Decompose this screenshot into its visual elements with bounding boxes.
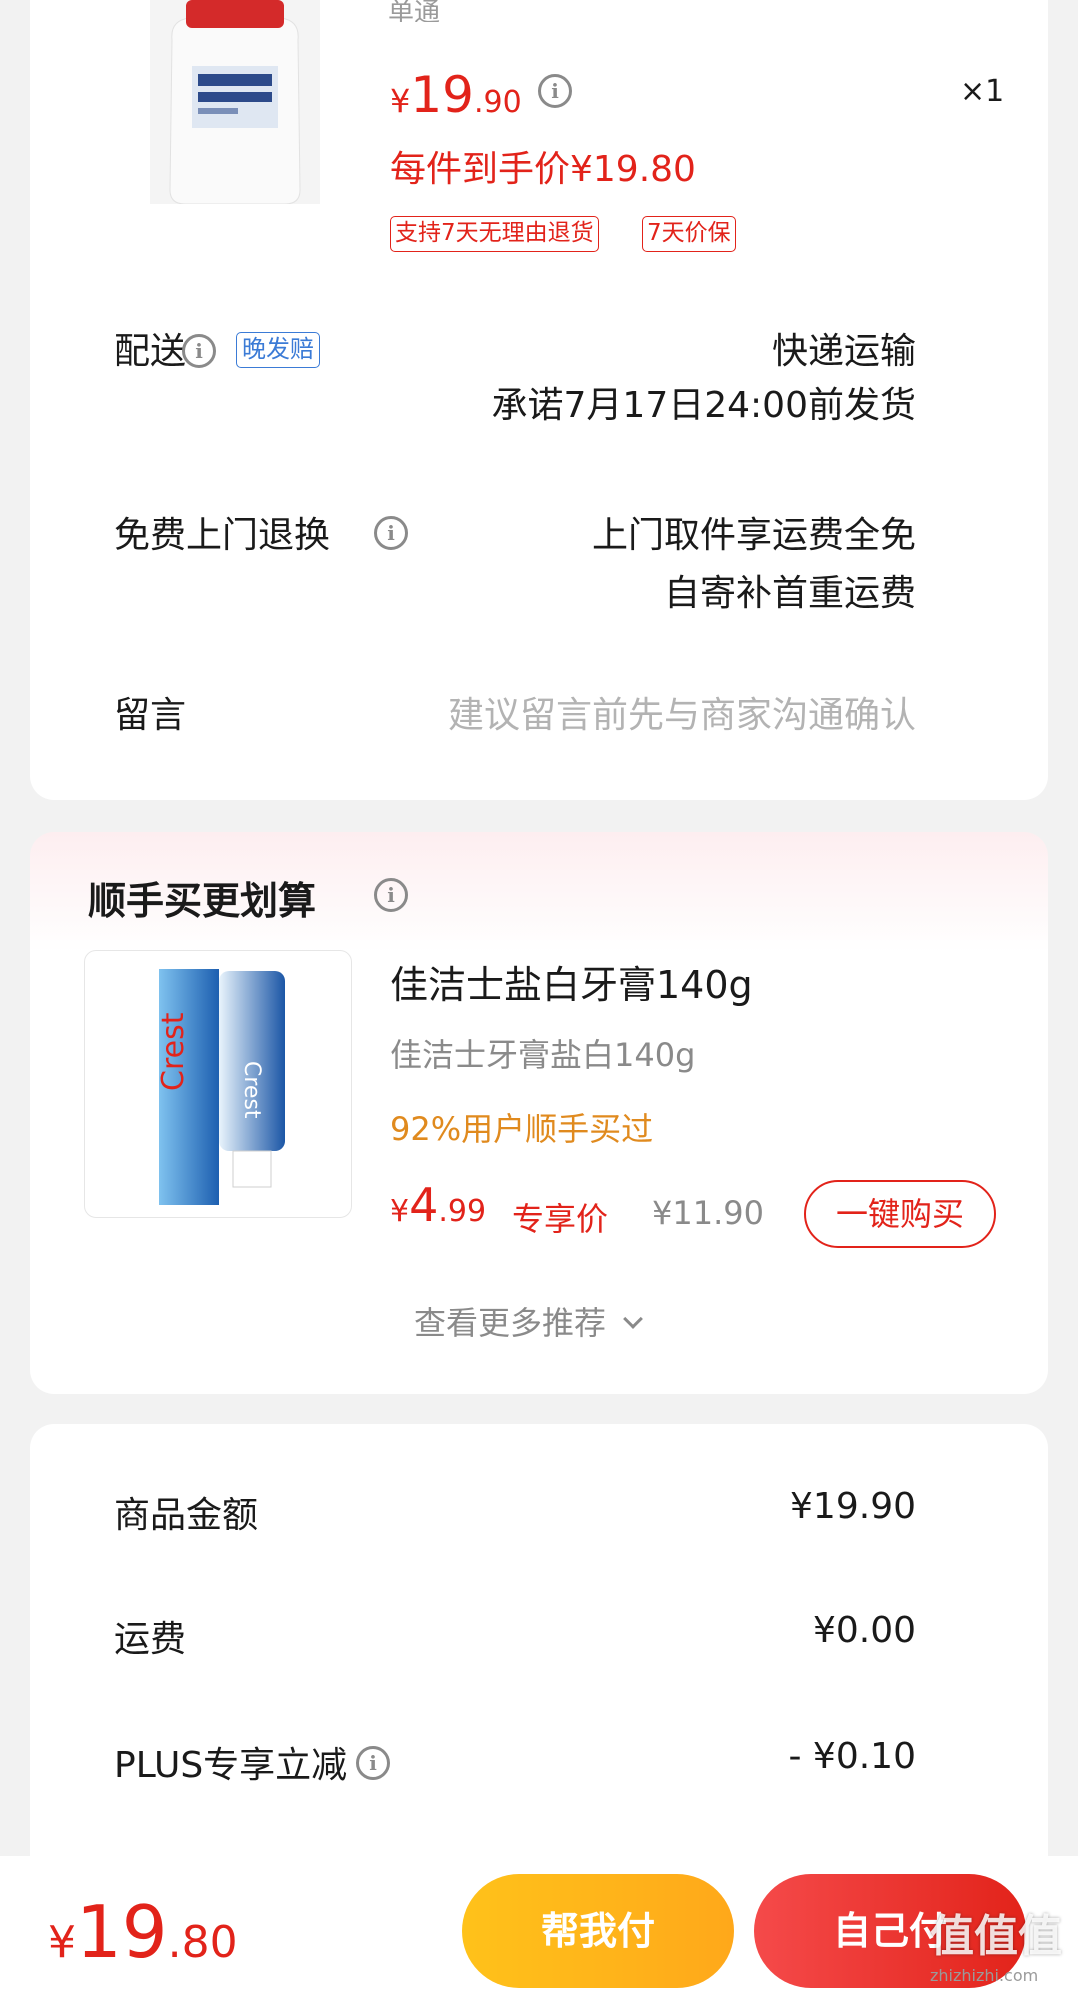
summary-shipping-value: ¥0.00 [812, 1610, 916, 1651]
summary-shipping-label: 运费 [114, 1619, 187, 1660]
late-compensation-badge[interactable]: 晚发赔 [236, 332, 320, 368]
rec-price-int: 4 [409, 1178, 439, 1232]
return-service-label: 免费上门退换 [114, 515, 331, 556]
recommend-price: ¥4.99 [390, 1178, 486, 1232]
recommend-social-proof: 92%用户顺手买过 [390, 1110, 654, 1148]
summary-plus-label: PLUS专享立减 [114, 1745, 348, 1786]
return-line2: 自寄补首重运费 [663, 573, 916, 614]
quantity: ×1 [960, 74, 1005, 109]
watermark-site: zhizhizhi.com [930, 1966, 1039, 1985]
view-more-label: 查看更多推荐 [414, 1304, 607, 1342]
rec-price-symbol: ¥ [390, 1194, 410, 1229]
svg-text:Crest: Crest [239, 1061, 264, 1119]
recommend-item-title[interactable]: 佳洁士盐白牙膏140g [390, 954, 753, 1009]
delivery-info-icon[interactable]: i [182, 334, 216, 368]
total-price: ¥19.80 [48, 1890, 238, 1974]
tag-no-reason-return: 支持7天无理由退货 [390, 216, 599, 252]
delivery-method[interactable]: 快递运输 [772, 322, 916, 374]
original-price: ¥11.90 [652, 1194, 764, 1232]
total-dec: .80 [167, 1917, 238, 1968]
price-symbol: ¥ [390, 82, 411, 120]
exclusive-price-label: 专享价 [512, 1200, 609, 1238]
recommend-item-spec: 佳洁士牙膏盐白140g [390, 1036, 696, 1074]
return-info-icon[interactable]: i [374, 516, 408, 550]
total-symbol: ¥ [48, 1917, 76, 1968]
view-more-recommend[interactable]: 查看更多推荐 [414, 1298, 644, 1344]
final-price: 每件到手价¥19.80 [390, 149, 696, 190]
tag-price-protect: 7天价保 [642, 216, 736, 252]
delivery-label: 配送 [114, 331, 187, 372]
product-price: ¥19.90 [390, 66, 522, 124]
recommend-product-image[interactable]: Crest Crest [84, 950, 352, 1218]
price-dec: .90 [473, 85, 522, 120]
one-click-buy-button[interactable]: 一键购买 [804, 1180, 996, 1248]
product-image[interactable] [150, 0, 320, 204]
summary-goods-value: ¥19.90 [790, 1486, 916, 1527]
message-label: 留言 [114, 695, 187, 736]
product-subtitle: 单通 [388, 0, 441, 22]
order-card: 单通 ¥19.90 i ×1 每件到手价¥19.80 支持7天无理由退货 7天价… [30, 0, 1048, 800]
return-line1: 上门取件享运费全免 [591, 515, 916, 556]
total-int: 19 [76, 1890, 168, 1974]
recommend-card: 顺手买更划算 i Crest Crest 佳洁士盐白牙膏140g 佳洁士牙膏盐白… [30, 832, 1048, 1394]
price-int: 19 [410, 66, 474, 124]
summary-goods-label: 商品金额 [114, 1495, 259, 1536]
svg-text:Crest: Crest [156, 1012, 191, 1091]
watermark-logo: 值值值 [930, 1911, 1062, 1962]
rec-price-dec: .99 [438, 1194, 487, 1229]
message-input[interactable]: 建议留言前先与商家沟通确认 [448, 686, 916, 738]
price-info-icon[interactable]: i [538, 74, 572, 108]
plus-info-icon[interactable]: i [356, 1746, 390, 1780]
recommend-info-icon[interactable]: i [374, 878, 408, 912]
delivery-promise: 承诺7月17日24:00前发货 [491, 385, 916, 426]
recommend-title: 顺手买更划算 [88, 879, 317, 923]
help-pay-button[interactable]: 帮我付 [462, 1874, 734, 1988]
chevron-down-icon [623, 1309, 644, 1329]
summary-plus-value: - ¥0.10 [788, 1736, 917, 1777]
